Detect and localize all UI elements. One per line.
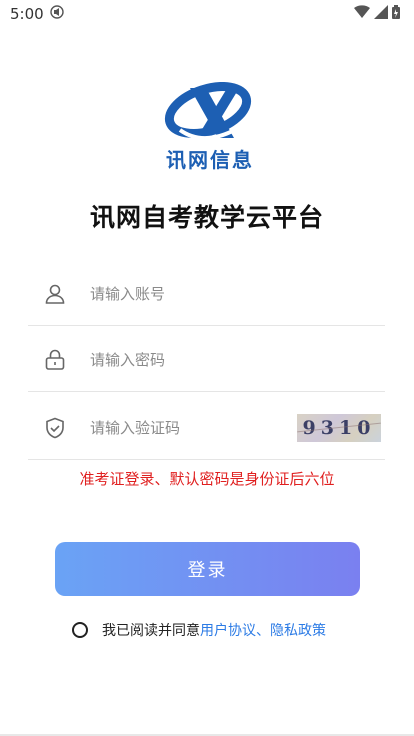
lock-icon [43,348,67,372]
status-bar: 5:00 [0,0,414,28]
media-icon [49,5,64,23]
privacy-policy-link[interactable]: 隐私政策 [270,620,326,640]
account-row [28,262,385,326]
signal-icon [374,5,388,23]
captcha-image[interactable]: 9310 [297,413,381,442]
brand-logo: 讯网信息 [160,82,260,172]
agreement-text: 我已阅读并同意 [102,623,200,639]
status-time: 5:00 [10,5,44,23]
battery-icon [392,5,400,23]
agree-radio[interactable] [72,622,88,638]
logo-x-icon [164,82,252,141]
user-agreement-link[interactable]: 用户协议 [200,620,256,640]
agreement-row: 我已阅读并同意 用户协议 、 隐私政策 [72,620,326,640]
password-row [28,328,385,392]
agreement-separator: 、 [256,623,270,639]
login-button[interactable]: 登录 [55,542,360,596]
captcha-row: 9310 [28,396,385,460]
user-icon [43,282,67,306]
wifi-icon [354,5,370,23]
password-input[interactable] [90,350,385,369]
logo-text: 讯网信息 [166,148,254,172]
captcha-input[interactable] [90,418,297,437]
shield-check-icon [43,416,67,440]
account-input[interactable] [90,284,385,303]
login-hint: 准考证登录、默认密码是身份证后六位 [79,470,335,488]
app-title: 讯网自考教学云平台 [89,203,324,232]
